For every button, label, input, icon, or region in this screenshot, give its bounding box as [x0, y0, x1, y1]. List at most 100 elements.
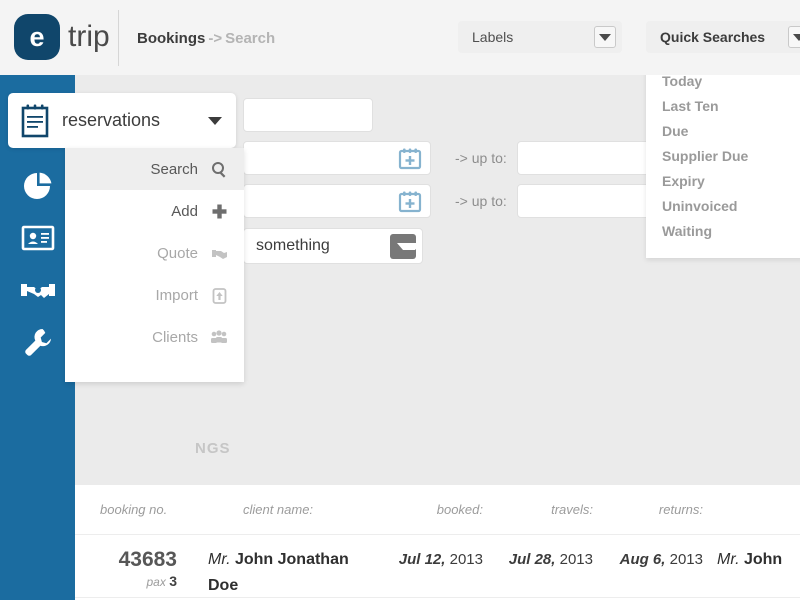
column-header-returns[interactable]: returns:: [593, 502, 703, 517]
menu-item-label: Add: [171, 203, 198, 220]
pax-label: pax: [147, 575, 166, 589]
breadcrumb-main[interactable]: Bookings: [137, 30, 205, 47]
pax-value: 3: [169, 573, 177, 589]
supplier-name: John: [744, 551, 782, 568]
chevron-down-icon: [793, 34, 800, 41]
quick-search-item[interactable]: Due: [646, 119, 800, 144]
chevron-down-icon: [397, 243, 421, 250]
chevron-down-icon[interactable]: [208, 117, 222, 125]
type-select-value: something: [244, 237, 330, 255]
header-divider: [118, 10, 119, 66]
booking-no-input[interactable]: [243, 98, 373, 132]
travels-year: 2013: [560, 551, 593, 568]
field-booked-upto: -> up to:: [455, 141, 672, 175]
booked-from-input[interactable]: [243, 141, 431, 175]
cell-supplier: Mr. John: [703, 535, 800, 573]
sidebar-item-reports[interactable]: [0, 160, 75, 212]
magnifier-icon: [210, 161, 228, 178]
menu-item-add[interactable]: Add: [65, 190, 244, 232]
field-booked-on: n:: [215, 141, 431, 175]
quick-searches-dropdown-button[interactable]: Quick Searches: [646, 21, 800, 53]
booked-monthday: Jul 12,: [399, 551, 446, 568]
quote-icon: [210, 246, 228, 261]
notepad-icon: [20, 104, 50, 138]
plus-icon: [210, 203, 228, 220]
menu-item-import[interactable]: Import: [65, 274, 244, 316]
wrench-icon: [22, 326, 54, 358]
bookings-table: booking no. client name: booked: travels…: [75, 485, 800, 600]
column-header-booking-no[interactable]: booking no.: [75, 502, 183, 517]
quick-searches-menu: Today Last Ten Due Supplier Due Expiry U…: [646, 53, 800, 258]
top-bar: e trip Bookings->Search Labels Quick Sea…: [0, 0, 800, 75]
labels-dropdown-arrow[interactable]: [594, 26, 616, 48]
module-selector[interactable]: reservations: [8, 93, 236, 148]
booking-number: 43683: [75, 547, 177, 573]
import-icon: [210, 287, 228, 304]
column-header-client-name[interactable]: client name:: [183, 502, 373, 517]
module-panel: reservations Search Add: [8, 93, 236, 148]
column-header-booked[interactable]: booked:: [373, 502, 483, 517]
cell-booking-no: 43683 pax 3: [75, 535, 183, 590]
menu-item-clients[interactable]: Clients: [65, 316, 244, 358]
type-select[interactable]: something: [243, 228, 423, 264]
sidebar-item-settings[interactable]: [0, 316, 75, 368]
clients-icon: [210, 330, 228, 344]
logo[interactable]: e trip: [14, 14, 110, 60]
returns-year: 2013: [670, 551, 703, 568]
table-row[interactable]: 43683 pax 3 Mr. John Jonathan Doe Jul 12…: [75, 535, 800, 598]
cell-booked-date: Jul 12, 2013: [373, 535, 483, 573]
travels-monthday: Jul 28,: [509, 551, 556, 568]
table-header-row: booking no. client name: booked: travels…: [75, 485, 800, 535]
contact-card-icon: [21, 224, 55, 252]
menu-item-label: Import: [155, 287, 198, 304]
chevron-down-icon: [599, 34, 611, 41]
quick-searches-label: Quick Searches: [646, 29, 788, 45]
app-root: e trip Bookings->Search Labels Quick Sea…: [0, 0, 800, 600]
sidebar: [0, 75, 75, 600]
module-title: reservations: [62, 110, 160, 131]
module-menu: Search Add Quote: [65, 148, 244, 382]
cell-travels-date: Jul 28, 2013: [483, 535, 593, 573]
cell-returns-date: Aug 6, 2013: [593, 535, 703, 573]
results-section-title: NGS: [195, 440, 231, 457]
client-title: Mr.: [208, 551, 231, 568]
field-booking-no: o.:: [215, 98, 373, 132]
calendar-icon[interactable]: [398, 148, 422, 175]
handshake-icon: [20, 278, 56, 302]
field-travels-upto: -> up to:: [455, 184, 672, 218]
calendar-icon[interactable]: [398, 191, 422, 218]
breadcrumb-current: Search: [225, 30, 275, 47]
breadcrumb: Bookings->Search: [137, 30, 275, 47]
sidebar-item-suppliers[interactable]: [0, 264, 75, 316]
supplier-title: Mr.: [717, 551, 740, 568]
menu-item-quote[interactable]: Quote: [65, 232, 244, 274]
breadcrumb-separator: ->: [208, 30, 222, 47]
travels-from-input[interactable]: [243, 184, 431, 218]
pax-count: pax 3: [75, 573, 177, 590]
field-travels-on: n:: [215, 184, 431, 218]
field-type: e: something: [215, 228, 423, 264]
labels-dropdown-label: Labels: [458, 29, 594, 45]
quick-searches-dropdown-arrow[interactable]: [788, 26, 800, 48]
menu-item-label: Search: [150, 161, 198, 178]
menu-item-search[interactable]: Search: [65, 148, 244, 190]
quick-search-item[interactable]: Supplier Due: [646, 144, 800, 169]
cell-client-name: Mr. John Jonathan Doe: [183, 535, 373, 599]
column-header-travels[interactable]: travels:: [483, 502, 593, 517]
travels-upto-label: -> up to:: [455, 193, 507, 209]
quick-search-item[interactable]: Expiry: [646, 169, 800, 194]
returns-monthday: Aug 6,: [620, 551, 666, 568]
booked-upto-label: -> up to:: [455, 150, 507, 166]
labels-dropdown-button[interactable]: Labels: [458, 21, 622, 53]
logo-badge: e: [14, 14, 60, 60]
pie-chart-icon: [21, 169, 55, 203]
quick-search-item[interactable]: Uninvoiced: [646, 194, 800, 219]
menu-item-label: Clients: [152, 329, 198, 346]
select-arrow-button[interactable]: [390, 234, 416, 259]
menu-item-label: Quote: [157, 245, 198, 262]
quick-search-item[interactable]: Last Ten: [646, 94, 800, 119]
booked-year: 2013: [450, 551, 483, 568]
sidebar-item-contacts[interactable]: [0, 212, 75, 264]
logo-wordmark: trip: [68, 20, 110, 54]
quick-search-item[interactable]: Waiting: [646, 219, 800, 244]
